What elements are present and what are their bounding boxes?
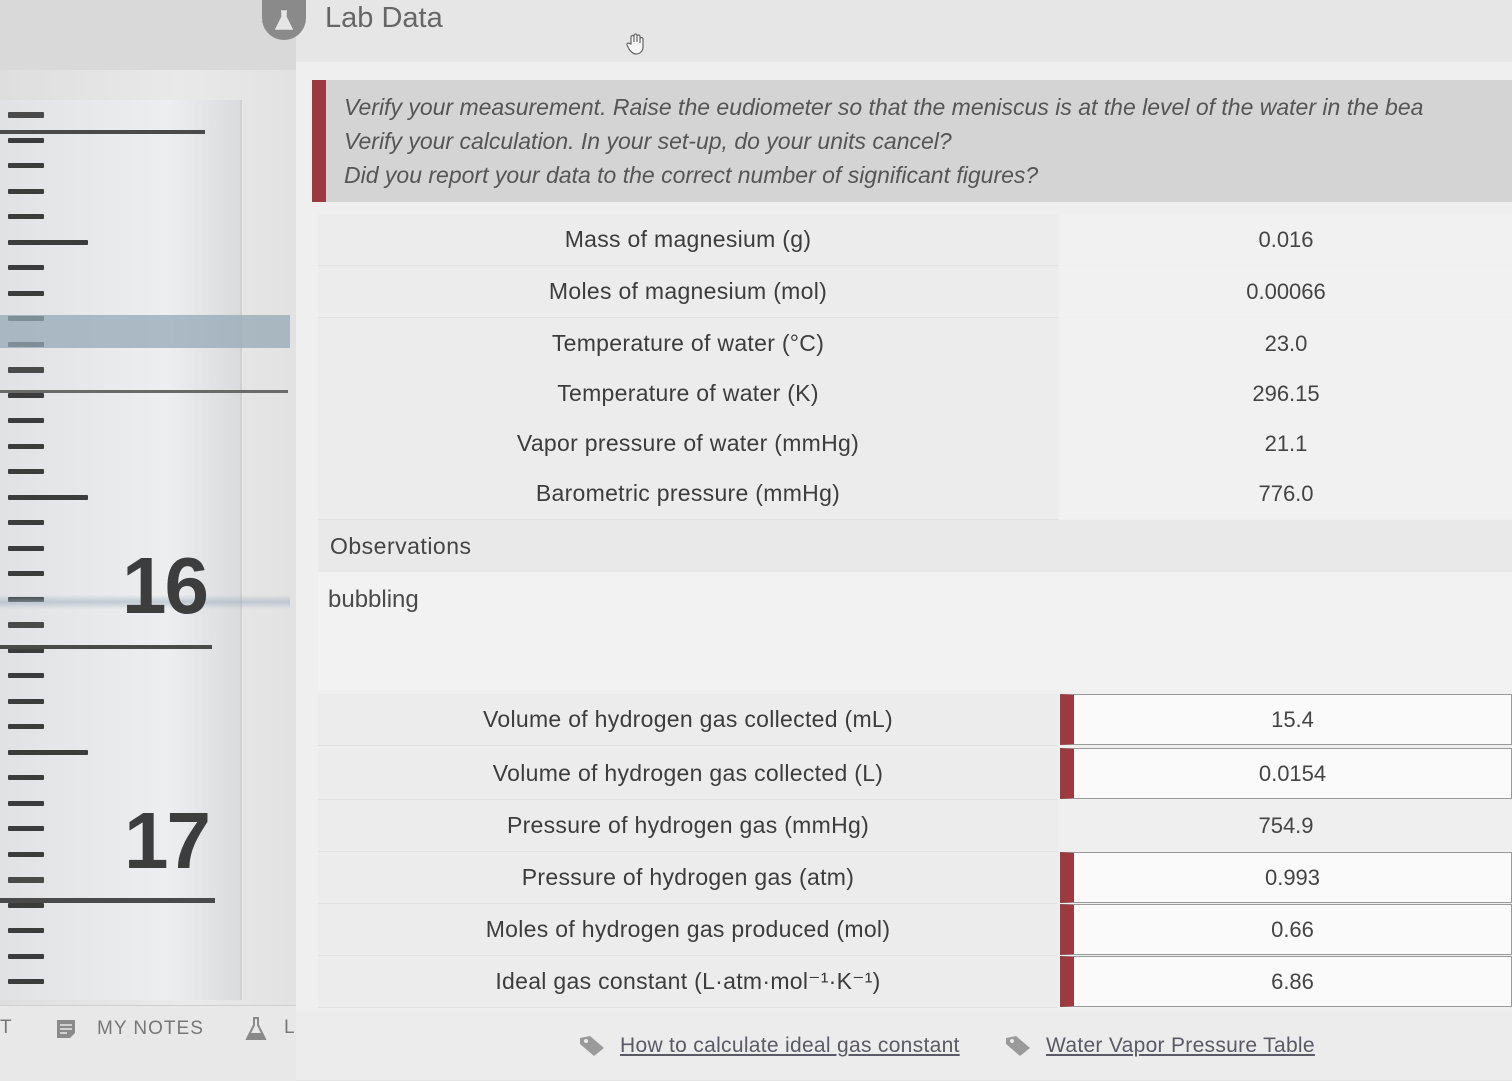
- data-row-barometric-pressure: Barometric pressure (mmHg) 776.0: [318, 468, 1512, 520]
- scale-tick: [8, 928, 44, 933]
- row-label: Moles of hydrogen gas produced (mol): [318, 904, 1058, 956]
- left-edge-text-right: L: [284, 1017, 295, 1038]
- row-label: Temperature of water (°C): [318, 318, 1058, 370]
- data-row-mass-magnesium: Mass of magnesium (g) 0.016: [318, 214, 1512, 266]
- scale-tick: [8, 443, 44, 449]
- result-row-moles-hydrogen: Moles of hydrogen gas produced (mol) 0.6…: [318, 904, 1512, 956]
- scale-tick: [8, 494, 88, 500]
- row-label: Pressure of hydrogen gas (mmHg): [318, 800, 1058, 852]
- row-label: Temperature of water (K): [318, 368, 1058, 420]
- feedback-line: Verify your calculation. In your set-up,…: [344, 128, 952, 154]
- pressure-atm-input[interactable]: 0.993: [1060, 852, 1512, 903]
- scale-tick: [8, 137, 44, 143]
- row-label: Volume of hydrogen gas collected (mL): [318, 694, 1058, 746]
- row-value: 21.1: [1060, 418, 1512, 469]
- notes-icon[interactable]: [55, 1018, 77, 1040]
- scale-major-line: [0, 898, 215, 903]
- scale-tick: [8, 520, 44, 525]
- row-value: 0.016: [1060, 214, 1512, 265]
- page-title: Lab Data: [325, 2, 443, 34]
- scale-tick: [8, 392, 44, 398]
- scale-tick: [8, 979, 44, 984]
- scale-tick: [8, 265, 44, 270]
- row-label: Volume of hydrogen gas collected (L): [318, 748, 1058, 800]
- scale-tick: [8, 418, 44, 423]
- result-row-pressure-atm: Pressure of hydrogen gas (atm) 0.993: [318, 852, 1512, 904]
- scale-tick: [8, 622, 44, 628]
- row-value: 23.0: [1060, 318, 1512, 369]
- scale-tick: [8, 877, 44, 883]
- header-bar: [296, 0, 1512, 62]
- row-label: Moles of magnesium (mol): [318, 266, 1058, 318]
- feedback-line: Did you report your data to the correct …: [344, 162, 1039, 188]
- row-label: Vapor pressure of water (mmHg): [318, 418, 1058, 470]
- scale-tick: [8, 214, 44, 219]
- row-value: 296.15: [1060, 368, 1512, 419]
- feedback-line: Verify your measurement. Raise the eudio…: [344, 94, 1424, 120]
- scale-tick: [8, 673, 44, 678]
- flask-icon[interactable]: [244, 1016, 268, 1042]
- result-row-volume-ml: Volume of hydrogen gas collected (mL) 15…: [318, 694, 1512, 746]
- vapor-table-link-group: Water Vapor Pressure Table: [1004, 1034, 1315, 1058]
- scale-tick: [8, 571, 44, 576]
- result-row-gas-constant: Ideal gas constant (L·atm·mol⁻¹·K⁻¹) 6.8…: [318, 956, 1512, 1008]
- scale-tick: [8, 775, 44, 780]
- scale-major-line: [0, 645, 212, 649]
- scale-tick: [8, 112, 44, 118]
- scale-tick: [8, 902, 44, 908]
- flask-icon: [274, 10, 294, 30]
- gas-constant-input[interactable]: 6.86: [1060, 956, 1512, 1007]
- scale-tick: [8, 290, 44, 296]
- observations-text: bubbling: [328, 586, 419, 613]
- scale-number-17: 17: [124, 796, 211, 885]
- scale-tick: [8, 953, 44, 959]
- pressure-mmhg-input[interactable]: 754.9: [1060, 800, 1512, 851]
- eudiometer-view: 16 17: [0, 0, 296, 1005]
- observations-header: Observations: [318, 520, 1512, 572]
- scale-tick: [8, 188, 44, 194]
- scale-tick: [8, 749, 88, 755]
- hand-cursor-icon: [626, 33, 644, 55]
- data-row-temperature-k: Temperature of water (K) 296.15: [318, 368, 1512, 420]
- data-row-temperature-c: Temperature of water (°C) 23.0: [318, 318, 1512, 370]
- scale-tick: [8, 698, 44, 704]
- row-value: 776.0: [1060, 468, 1512, 519]
- observations-label: Observations: [330, 532, 472, 559]
- moles-hydrogen-input[interactable]: 0.66: [1060, 904, 1512, 955]
- scale-tick: [8, 163, 44, 168]
- scale-major-line: [0, 130, 205, 134]
- scale-tick: [8, 724, 44, 729]
- scale-tick: [8, 367, 44, 373]
- water-vapor-pressure-table-link[interactable]: Water Vapor Pressure Table: [1046, 1034, 1315, 1058]
- scale-tick: [8, 469, 44, 474]
- water-level-band: [0, 315, 290, 348]
- scale-tick: [8, 851, 44, 857]
- scale-tick: [8, 826, 44, 831]
- scale-tick: [8, 800, 44, 806]
- volume-l-input[interactable]: 0.0154: [1060, 748, 1512, 799]
- scale-number-16: 16: [122, 541, 209, 630]
- volume-ml-input[interactable]: 15.4: [1060, 694, 1512, 745]
- result-row-pressure-mmhg: Pressure of hydrogen gas (mmHg) 754.9: [318, 800, 1512, 852]
- row-label: Ideal gas constant (L·atm·mol⁻¹·K⁻¹): [318, 956, 1058, 1008]
- data-row-moles-magnesium: Moles of magnesium (mol) 0.00066: [318, 266, 1512, 318]
- feedback-message: Verify your measurement. Raise the eudio…: [312, 80, 1512, 202]
- my-notes-button[interactable]: MY NOTES: [97, 1018, 204, 1040]
- scale-tick: [8, 239, 88, 245]
- result-row-volume-l: Volume of hydrogen gas collected (L) 0.0…: [318, 748, 1512, 800]
- data-row-vapor-pressure: Vapor pressure of water (mmHg) 21.1: [318, 418, 1512, 470]
- tag-icon: [1006, 1036, 1030, 1056]
- left-edge-text: T: [0, 1017, 12, 1038]
- row-value: 0.00066: [1060, 266, 1512, 317]
- eudiometer-top-shade: [0, 0, 296, 70]
- scale-major-line: [0, 390, 288, 393]
- how-to-calculate-ideal-gas-constant-link[interactable]: How to calculate ideal gas constant: [620, 1034, 960, 1058]
- row-label: Mass of magnesium (g): [318, 214, 1058, 266]
- row-label: Pressure of hydrogen gas (atm): [318, 852, 1058, 904]
- scale-tick: [8, 545, 44, 551]
- tag-icon: [580, 1036, 604, 1056]
- observations-field[interactable]: bubbling: [318, 572, 1512, 690]
- row-label: Barometric pressure (mmHg): [318, 468, 1058, 520]
- ideal-gas-link-group: How to calculate ideal gas constant: [578, 1034, 960, 1058]
